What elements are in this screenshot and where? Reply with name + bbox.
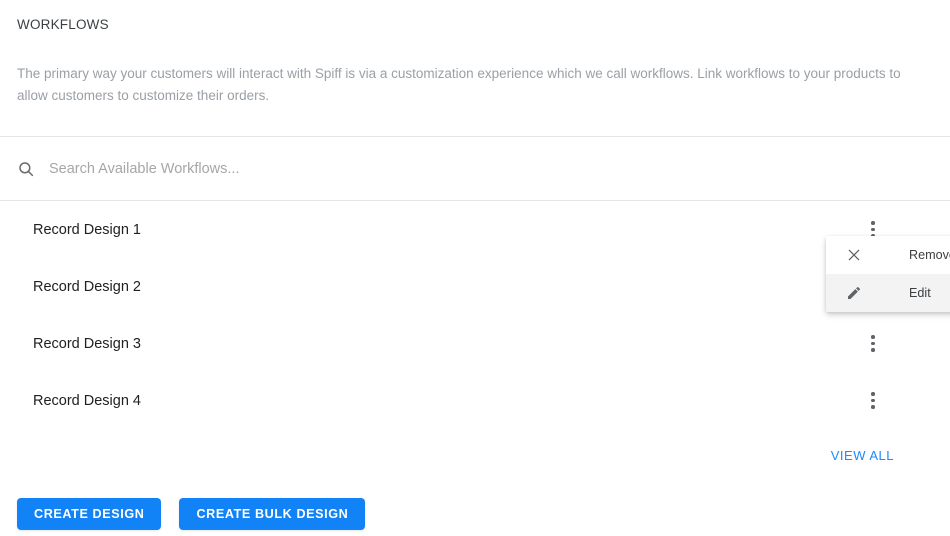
- view-all-link[interactable]: VIEW ALL: [831, 448, 894, 463]
- workflow-name: Record Design 2: [33, 278, 141, 295]
- workflows-header: WORKFLOWS The primary way your customers…: [0, 0, 950, 107]
- workflow-name: Record Design 3: [33, 335, 141, 352]
- pencil-icon: [845, 284, 863, 302]
- search-bar[interactable]: [0, 137, 950, 200]
- menu-item-remove[interactable]: Remove: [826, 236, 950, 274]
- view-all-row: VIEW ALL: [0, 429, 950, 481]
- menu-item-edit[interactable]: Edit: [826, 274, 950, 312]
- workflow-name: Record Design 4: [33, 392, 141, 409]
- page-title: WORKFLOWS: [17, 17, 109, 32]
- create-bulk-design-button[interactable]: CREATE BULK DESIGN: [179, 498, 366, 530]
- search-input[interactable]: [49, 157, 933, 180]
- workflows-panel: WORKFLOWS The primary way your customers…: [0, 0, 950, 536]
- row-context-menu: Remove Edit: [826, 236, 950, 312]
- table-row[interactable]: Record Design 4: [0, 372, 950, 429]
- table-row[interactable]: Record Design 1: [0, 201, 950, 258]
- menu-item-label: Edit: [909, 286, 931, 300]
- search-icon: [17, 160, 35, 178]
- workflow-name: Record Design 1: [33, 221, 141, 238]
- create-design-button[interactable]: CREATE DESIGN: [17, 498, 162, 530]
- footer-actions: CREATE DESIGN CREATE BULK DESIGN: [0, 481, 950, 530]
- menu-item-label: Remove: [909, 248, 950, 262]
- table-row[interactable]: Record Design 2: [0, 258, 950, 315]
- workflow-list: Record Design 1 Record Design 2 Record D…: [0, 201, 950, 429]
- more-vertical-icon[interactable]: [860, 388, 886, 414]
- section-description: The primary way your customers will inte…: [17, 66, 901, 103]
- table-row[interactable]: Record Design 3: [0, 315, 950, 372]
- more-vertical-icon[interactable]: [860, 331, 886, 357]
- close-x-icon: [845, 246, 863, 264]
